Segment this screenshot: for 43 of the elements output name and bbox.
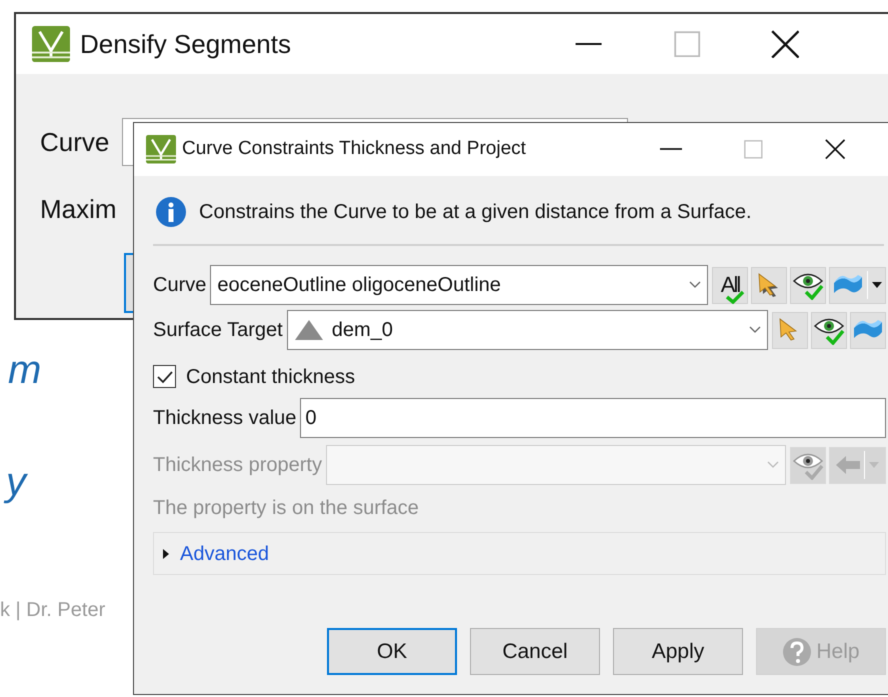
dialog-button[interactable]: OK [327, 628, 457, 675]
surface-value: dem_0 [332, 318, 393, 343]
visibility-button[interactable] [790, 266, 826, 304]
chevron-down-icon [749, 326, 761, 334]
select-all-button[interactable]: All [712, 266, 748, 304]
expand-arrow-icon[interactable] [162, 548, 170, 560]
window-title: Densify Segments [80, 28, 291, 60]
thickness-input[interactable]: 0 [300, 398, 886, 438]
chevron-down-icon [767, 461, 779, 469]
slide-text: m [8, 350, 42, 394]
info-text: Constrains the Curve to be at a given distance from a Surface. [199, 200, 752, 225]
pick-button[interactable] [751, 266, 787, 304]
chevron-down-icon [689, 281, 701, 289]
dropdown-arrow-icon [871, 281, 883, 289]
checkmark-icon [156, 370, 172, 384]
advanced-link[interactable]: Advanced [180, 538, 269, 568]
field-label: Surface Target [153, 318, 283, 343]
dialog-button[interactable]: Apply [613, 628, 743, 675]
slide-text: y [6, 462, 34, 512]
app-logo-icon [32, 26, 70, 62]
app-logo-icon [146, 135, 176, 164]
field-label: Thickness property [153, 453, 322, 478]
field-label: Curve [153, 273, 206, 298]
dropdown-arrow-icon [868, 461, 880, 469]
window-title: Curve Constraints Thickness and Project [182, 137, 526, 162]
triangle-icon [294, 319, 324, 341]
field-label: Thickness value [153, 406, 296, 431]
info-icon [155, 196, 187, 228]
field-label: Curve [40, 126, 110, 158]
dialog-button[interactable]: Cancel [470, 628, 600, 675]
note-text: The property is on the surface [153, 496, 419, 521]
constant-thickness-checkbox[interactable]: Constant thickness [153, 360, 355, 393]
field-label: Maxim [40, 193, 117, 226]
check-icon [725, 290, 746, 304]
help-icon [782, 636, 812, 666]
visibility-button[interactable] [811, 312, 847, 348]
close-icon[interactable] [770, 30, 800, 58]
curve-combobox[interactable]: eoceneOutline oligoceneOutline [210, 265, 708, 305]
slide-text: k | Dr. Peter [0, 600, 106, 620]
minimize-icon[interactable] [572, 42, 604, 46]
arrow-left-icon [835, 455, 861, 475]
surface-combobox[interactable]: dem_0 [286, 310, 768, 350]
close-icon[interactable] [824, 139, 846, 160]
